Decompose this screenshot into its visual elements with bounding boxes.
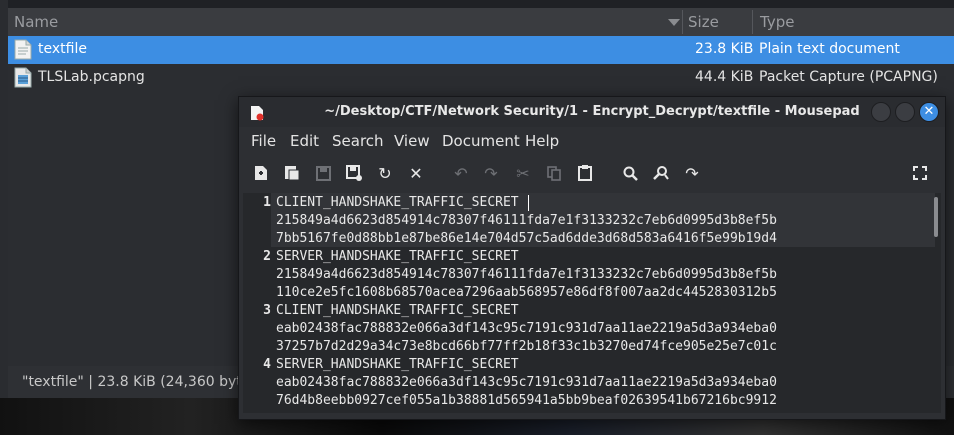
- line-text: 110ce2e5fc1608b68570acea7296aab568957e86…: [276, 285, 777, 300]
- cut-icon[interactable]: ✂: [512, 162, 534, 184]
- column-name[interactable]: Name: [14, 13, 58, 31]
- file-size: 44.4 KiB: [695, 69, 754, 85]
- save-icon[interactable]: [312, 162, 334, 184]
- paste-icon[interactable]: [574, 162, 596, 184]
- line-text: 215849a4d6623d854914c78307f46111fda7e1f3…: [276, 213, 777, 228]
- sort-descending-icon[interactable]: [668, 19, 680, 26]
- line-text: eab02438fac788832e066a3df143c95c7191c931…: [276, 375, 777, 390]
- save-as-icon[interactable]: [343, 162, 365, 184]
- line-text: 215849a4d6623d854914c78307f46111fda7e1f3…: [276, 267, 777, 282]
- file-row-tlslab[interactable]: TLSLab.pcapng 44.4 KiB Packet Capture (P…: [8, 64, 954, 92]
- line-text: 37257b7d2d29a34c73e8bcd66bf77ff2b18f33c1…: [276, 339, 777, 354]
- file-name: TLSLab.pcapng: [38, 69, 145, 85]
- menu-view[interactable]: View: [394, 132, 430, 150]
- pcap-file-icon: [14, 67, 32, 88]
- go-to-icon[interactable]: ↷: [681, 162, 703, 184]
- title-bar[interactable]: ~/Desktop/CTF/Network Security/1 - Encry…: [239, 97, 945, 127]
- find-replace-icon[interactable]: [650, 162, 672, 184]
- reload-icon[interactable]: ↻: [374, 162, 396, 184]
- line-text: SERVER_HANDSHAKE_TRAFFIC_SECRET: [276, 357, 519, 372]
- file-type: Plain text document: [759, 41, 900, 57]
- toolbar: ↻ ✕ ↶ ↷ ✂ ↷: [239, 155, 945, 193]
- file-row-textfile[interactable]: textfile 23.8 KiB Plain text document: [8, 36, 954, 64]
- line-text: CLIENT_HANDSHAKE_TRAFFIC_SECRET: [276, 195, 519, 210]
- line-text: CLIENT_HANDSHAKE_TRAFFIC_SECRET: [276, 303, 519, 318]
- redo-icon[interactable]: ↷: [480, 162, 502, 184]
- new-window-icon[interactable]: [281, 162, 303, 184]
- new-document-icon[interactable]: [250, 162, 272, 184]
- fullscreen-icon[interactable]: [909, 162, 931, 184]
- find-icon[interactable]: [619, 162, 641, 184]
- line-text: eab02438fac788832e066a3df143c95c7191c931…: [276, 321, 777, 336]
- close-button[interactable]: ✕: [919, 102, 939, 122]
- text-cursor: [528, 195, 529, 211]
- column-separator[interactable]: [752, 10, 753, 34]
- line-text: SERVER_HANDSHAKE_TRAFFIC_SECRET: [276, 249, 519, 264]
- file-name: textfile: [38, 41, 87, 57]
- menu-document[interactable]: Document: [442, 132, 520, 150]
- menu-file[interactable]: File: [251, 132, 276, 150]
- side-pane-edge: [0, 0, 8, 400]
- window-title: ~/Desktop/CTF/Network Security/1 - Encry…: [324, 104, 860, 119]
- copy-icon[interactable]: [543, 162, 565, 184]
- line-text: 76d4b8eebb0927cef055a1b38881d565941a5bb9…: [276, 393, 777, 408]
- menu-bar: File Edit Search View Document Help: [239, 127, 945, 155]
- minimize-button[interactable]: [871, 102, 891, 122]
- line-number: 4: [263, 357, 271, 372]
- text-editor[interactable]: 1 CLIENT_HANDSHAKE_TRAFFIC_SECRET 215849a4…: [243, 193, 941, 413]
- line-number: 1: [263, 195, 271, 210]
- maximize-button[interactable]: [895, 102, 915, 122]
- menu-help[interactable]: Help: [525, 132, 559, 150]
- vertical-scrollbar[interactable]: [934, 197, 938, 237]
- file-type: Packet Capture (PCAPNG): [759, 69, 938, 85]
- column-header: Name Size Type: [8, 8, 954, 36]
- mousepad-window: ~/Desktop/CTF/Network Security/1 - Encry…: [238, 96, 946, 420]
- text-file-icon: [14, 39, 32, 60]
- column-separator[interactable]: [682, 10, 683, 34]
- column-size[interactable]: Size: [688, 13, 719, 31]
- menu-edit[interactable]: Edit: [290, 132, 319, 150]
- status-text: "textfile" | 23.8 KiB (24,360 bytes: [22, 374, 258, 390]
- menu-search[interactable]: Search: [332, 132, 384, 150]
- line-text: 7bb5167fe0d88bb1e87be86e14e704d57c5ad6dd…: [276, 231, 777, 246]
- undo-icon[interactable]: ↶: [450, 162, 472, 184]
- file-size: 23.8 KiB: [695, 41, 754, 57]
- line-number: 2: [263, 249, 271, 264]
- close-document-icon[interactable]: ✕: [405, 162, 427, 184]
- line-number: 3: [263, 303, 271, 318]
- column-type[interactable]: Type: [760, 13, 794, 31]
